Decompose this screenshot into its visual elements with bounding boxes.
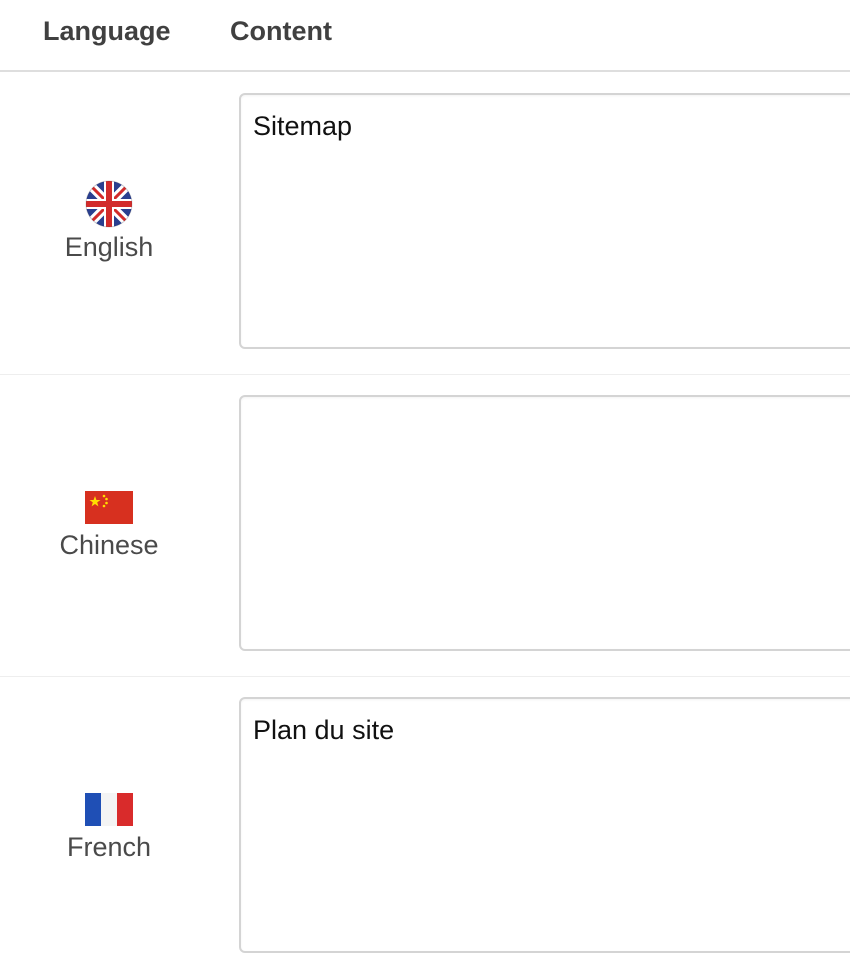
content-textarea[interactable] <box>239 395 850 651</box>
uk-flag-icon <box>85 180 133 228</box>
china-flag-icon <box>85 491 133 524</box>
language-column-header: Language <box>43 16 171 46</box>
france-flag-icon <box>85 793 133 826</box>
content-column-header: Content <box>230 16 332 46</box>
content-textarea[interactable]: Plan du site <box>239 697 850 953</box>
language-cell: English <box>0 180 218 264</box>
content-value: Plan du site <box>253 715 395 745</box>
language-cell: Chinese <box>0 488 218 562</box>
language-label: English <box>64 232 154 262</box>
table-row: Chinese <box>0 374 850 677</box>
content-textarea[interactable]: Sitemap <box>239 93 850 349</box>
table-header: Language Content <box>0 0 850 72</box>
language-cell: French <box>0 790 218 864</box>
language-label: Chinese <box>59 530 159 560</box>
table-row: English Sitemap <box>0 72 850 375</box>
table-row: French Plan du site <box>0 676 850 970</box>
content-value: Sitemap <box>253 111 353 141</box>
language-label: French <box>66 832 152 862</box>
